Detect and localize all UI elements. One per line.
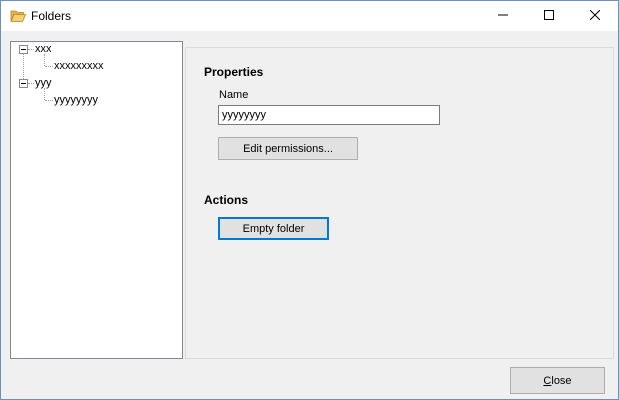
title-bar[interactable]: Folders bbox=[1, 1, 618, 31]
collapse-icon[interactable] bbox=[19, 79, 28, 88]
tree-connector bbox=[44, 88, 45, 100]
close-button[interactable]: Close bbox=[510, 367, 605, 394]
window-title: Folders bbox=[31, 9, 72, 23]
actions-heading: Actions bbox=[204, 193, 249, 207]
tree-node-xxxxxxxxx[interactable]: xxxxxxxxx bbox=[54, 60, 104, 72]
folder-tree[interactable]: xxx xxxxxxxxx yyy yyyyyyyy bbox=[10, 41, 183, 359]
maximize-icon bbox=[544, 9, 554, 23]
minimize-button[interactable] bbox=[480, 1, 526, 31]
tree-connector bbox=[23, 54, 24, 79]
tree-connector bbox=[28, 83, 34, 84]
properties-panel: Properties Name Edit permissions... Acti… bbox=[185, 47, 614, 359]
edit-permissions-button[interactable]: Edit permissions... bbox=[218, 137, 358, 160]
empty-folder-button[interactable]: Empty folder bbox=[218, 217, 329, 240]
tree-connector bbox=[45, 66, 53, 67]
name-label: Name bbox=[219, 89, 249, 101]
tree-connector bbox=[28, 49, 34, 50]
close-button-label: lose bbox=[551, 374, 572, 387]
folders-dialog: Folders xxx xxxxxxxxx yyy yyyyyyyy Prope… bbox=[0, 0, 619, 400]
tree-connector bbox=[44, 54, 45, 66]
folder-open-icon bbox=[10, 9, 27, 23]
close-window-button[interactable] bbox=[572, 1, 618, 31]
close-button-mnemonic: C bbox=[543, 374, 552, 387]
tree-node-yyyyyyyy[interactable]: yyyyyyyy bbox=[54, 94, 98, 106]
tree-connector bbox=[45, 100, 53, 101]
close-icon bbox=[589, 9, 601, 23]
collapse-icon[interactable] bbox=[19, 45, 28, 54]
minimize-icon bbox=[498, 9, 508, 23]
properties-heading: Properties bbox=[204, 65, 264, 79]
maximize-button[interactable] bbox=[526, 1, 572, 31]
name-field[interactable] bbox=[218, 105, 440, 125]
